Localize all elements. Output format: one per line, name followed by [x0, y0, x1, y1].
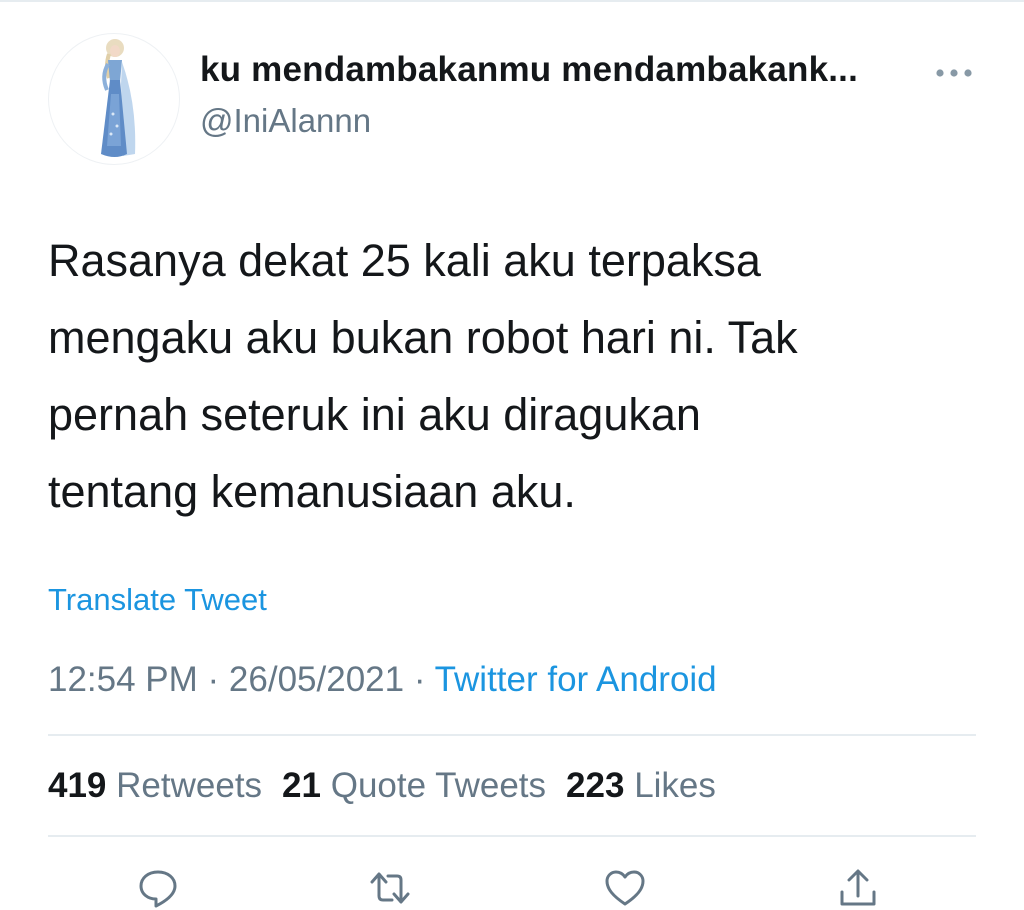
tweet-time: 12:54 PM — [48, 660, 198, 699]
tweet-text: Rasanya dekat 25 kali aku terpaksa menga… — [48, 222, 968, 530]
display-name[interactable]: ku mendambakanmu mendambakank... — [200, 50, 920, 90]
divider — [48, 835, 976, 837]
retweets-label: Retweets — [116, 766, 263, 805]
avatar[interactable] — [48, 33, 180, 165]
divider — [48, 734, 976, 736]
tweet-line: pernah seteruk ini aku diragukan — [48, 389, 701, 440]
user-handle[interactable]: @IniAlannn — [200, 102, 371, 140]
retweets-stat[interactable]: 419 Retweets — [48, 766, 262, 805]
retweet-icon[interactable] — [368, 866, 412, 910]
meta-separator: · — [197, 660, 229, 699]
tweet-line: Rasanya dekat 25 kali aku terpaksa — [48, 235, 761, 286]
likes-stat[interactable]: 223 Likes — [566, 766, 716, 805]
likes-count: 223 — [566, 766, 625, 805]
tweet-meta: 12:54 PM · 26/05/2021 · Twitter for Andr… — [48, 660, 717, 700]
retweets-count: 419 — [48, 766, 107, 805]
ice-princess-avatar-icon — [101, 39, 136, 157]
top-divider — [0, 0, 1024, 2]
tweet-date: 26/05/2021 — [228, 660, 405, 699]
tweet-stats: 419 Retweets 21 Quote Tweets 223 Likes — [48, 766, 736, 806]
quote-tweets-label: Quote Tweets — [330, 766, 547, 805]
like-icon[interactable] — [603, 866, 647, 910]
more-options-icon[interactable] — [934, 66, 974, 80]
likes-label: Likes — [634, 766, 716, 805]
meta-separator: · — [404, 660, 435, 699]
quote-tweets-stat[interactable]: 21 Quote Tweets — [282, 766, 546, 805]
share-icon[interactable] — [836, 866, 880, 910]
translate-tweet-link[interactable]: Translate Tweet — [48, 582, 267, 618]
tweet-line: mengaku aku bukan robot hari ni. Tak — [48, 312, 798, 363]
tweet-line: tentang kemanusiaan aku. — [48, 466, 576, 517]
reply-icon[interactable] — [136, 866, 180, 910]
quote-tweets-count: 21 — [282, 766, 321, 805]
tweet-source-link[interactable]: Twitter for Android — [435, 660, 717, 699]
